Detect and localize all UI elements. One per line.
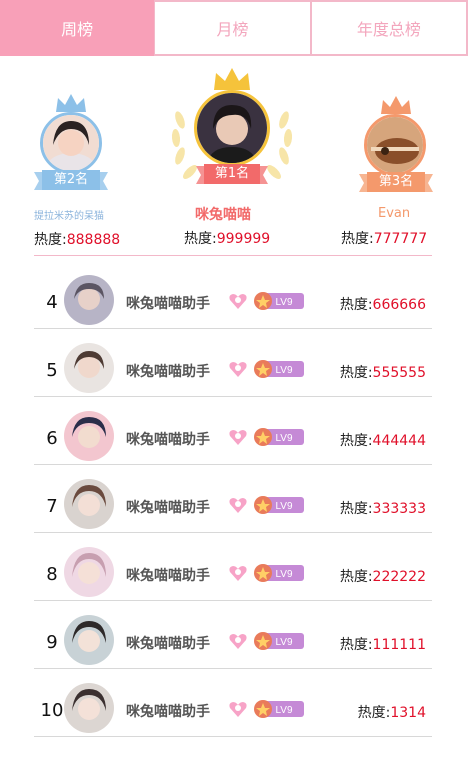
rank-number: 6 bbox=[46, 428, 58, 449]
avatar bbox=[64, 275, 114, 325]
heart-badge-icon bbox=[229, 362, 247, 377]
svg-text:LV9: LV9 bbox=[275, 637, 292, 648]
podium-first[interactable]: 第1名 bbox=[166, 66, 298, 194]
avatar bbox=[64, 683, 114, 733]
crown-icon bbox=[381, 96, 411, 114]
rank-ribbon: 第3名 bbox=[359, 172, 433, 194]
top-three-podium: 第2名 提拉米苏的呆猫 热度:888888 第1名 咪兔喵喵 热度:999999… bbox=[0, 60, 468, 256]
level-badge: LV9 bbox=[254, 496, 304, 514]
rank-number: 8 bbox=[46, 564, 58, 585]
podium-second-heat: 热度:888888 bbox=[34, 232, 121, 248]
rank-number: 7 bbox=[46, 496, 58, 517]
user-name: 咪兔喵喵助手 bbox=[126, 364, 210, 380]
heart-badge-icon bbox=[229, 294, 247, 309]
tab-yearly[interactable]: 年度总榜 bbox=[310, 0, 468, 56]
user-name: 咪兔喵喵助手 bbox=[126, 296, 210, 312]
user-name: 咪兔喵喵助手 bbox=[126, 432, 210, 448]
list-item[interactable]: 5 咪兔喵喵助手 LV9 热度:555555 bbox=[34, 328, 432, 397]
user-name: 咪兔喵喵助手 bbox=[126, 568, 210, 584]
rank-number: 4 bbox=[46, 292, 58, 313]
avatar bbox=[64, 343, 114, 393]
podium-third-name: Evan bbox=[378, 206, 411, 221]
svg-text:LV9: LV9 bbox=[275, 501, 292, 512]
tab-monthly[interactable]: 月榜 bbox=[154, 0, 311, 56]
level-badge: LV9 bbox=[254, 360, 304, 378]
heat-score: 热度:555555 bbox=[339, 365, 426, 381]
podium-third-heat: 热度:777777 bbox=[341, 231, 428, 247]
avatar bbox=[64, 411, 114, 461]
heat-score: 热度:222222 bbox=[339, 569, 426, 585]
user-name: 咪兔喵喵助手 bbox=[126, 500, 210, 516]
list-item[interactable]: 9 咪兔喵喵助手 LV9 热度:111111 bbox=[34, 600, 432, 669]
rank-number: 10 bbox=[40, 700, 64, 721]
user-name: 咪兔喵喵助手 bbox=[126, 704, 210, 720]
svg-text:LV9: LV9 bbox=[275, 297, 292, 308]
crown-icon bbox=[56, 94, 86, 112]
level-badge: LV9 bbox=[254, 700, 304, 718]
crown-icon bbox=[214, 68, 250, 90]
rank-ribbon: 第1名 bbox=[196, 164, 268, 186]
level-badge: LV9 bbox=[254, 632, 304, 650]
ranking-tabs: 周榜 月榜 年度总榜 bbox=[0, 0, 468, 56]
level-badge: LV9 bbox=[254, 564, 304, 582]
svg-text:LV9: LV9 bbox=[275, 433, 292, 444]
heart-badge-icon bbox=[229, 634, 247, 649]
heat-score: 热度:1314 bbox=[357, 705, 426, 721]
heat-score: 热度:666666 bbox=[339, 297, 426, 313]
list-item[interactable]: 7 咪兔喵喵助手 LV9 热度:333333 bbox=[34, 464, 432, 533]
podium-second-name: 提拉米苏的呆猫 bbox=[34, 211, 104, 222]
heat-score: 热度:111111 bbox=[339, 637, 426, 653]
rank-ribbon: 第2名 bbox=[34, 170, 108, 192]
heart-badge-icon bbox=[229, 498, 247, 513]
rank-number: 9 bbox=[46, 632, 58, 653]
podium-second[interactable]: 第2名 bbox=[34, 92, 108, 202]
heart-badge-icon bbox=[229, 702, 247, 717]
podium-first-heat: 热度:999999 bbox=[184, 231, 271, 247]
heat-score: 热度:444444 bbox=[339, 433, 426, 449]
list-item[interactable]: 4 咪兔喵喵助手 LV9 热度:666666 bbox=[34, 260, 432, 329]
heart-badge-icon bbox=[229, 430, 247, 445]
svg-text:LV9: LV9 bbox=[275, 705, 292, 716]
avatar bbox=[194, 90, 270, 166]
level-badge: LV9 bbox=[254, 292, 304, 310]
list-item[interactable]: 10 咪兔喵喵助手 LV9 热度:1314 bbox=[34, 668, 432, 737]
avatar bbox=[64, 479, 114, 529]
tab-weekly[interactable]: 周榜 bbox=[0, 0, 155, 56]
podium-first-name: 咪兔喵喵 bbox=[195, 207, 251, 223]
heat-score: 热度:333333 bbox=[339, 501, 426, 517]
avatar bbox=[64, 615, 114, 665]
svg-text:LV9: LV9 bbox=[275, 569, 292, 580]
list-item[interactable]: 8 咪兔喵喵助手 LV9 热度:222222 bbox=[34, 532, 432, 601]
avatar bbox=[64, 547, 114, 597]
rank-number: 5 bbox=[46, 360, 58, 381]
avatar bbox=[40, 112, 102, 174]
podium-third[interactable]: 第3名 bbox=[359, 94, 433, 202]
divider bbox=[34, 255, 432, 256]
list-item[interactable]: 6 咪兔喵喵助手 LV9 热度:444444 bbox=[34, 396, 432, 465]
heart-badge-icon bbox=[229, 566, 247, 581]
level-badge: LV9 bbox=[254, 428, 304, 446]
svg-text:LV9: LV9 bbox=[275, 365, 292, 376]
avatar bbox=[364, 114, 426, 176]
user-name: 咪兔喵喵助手 bbox=[126, 636, 210, 652]
